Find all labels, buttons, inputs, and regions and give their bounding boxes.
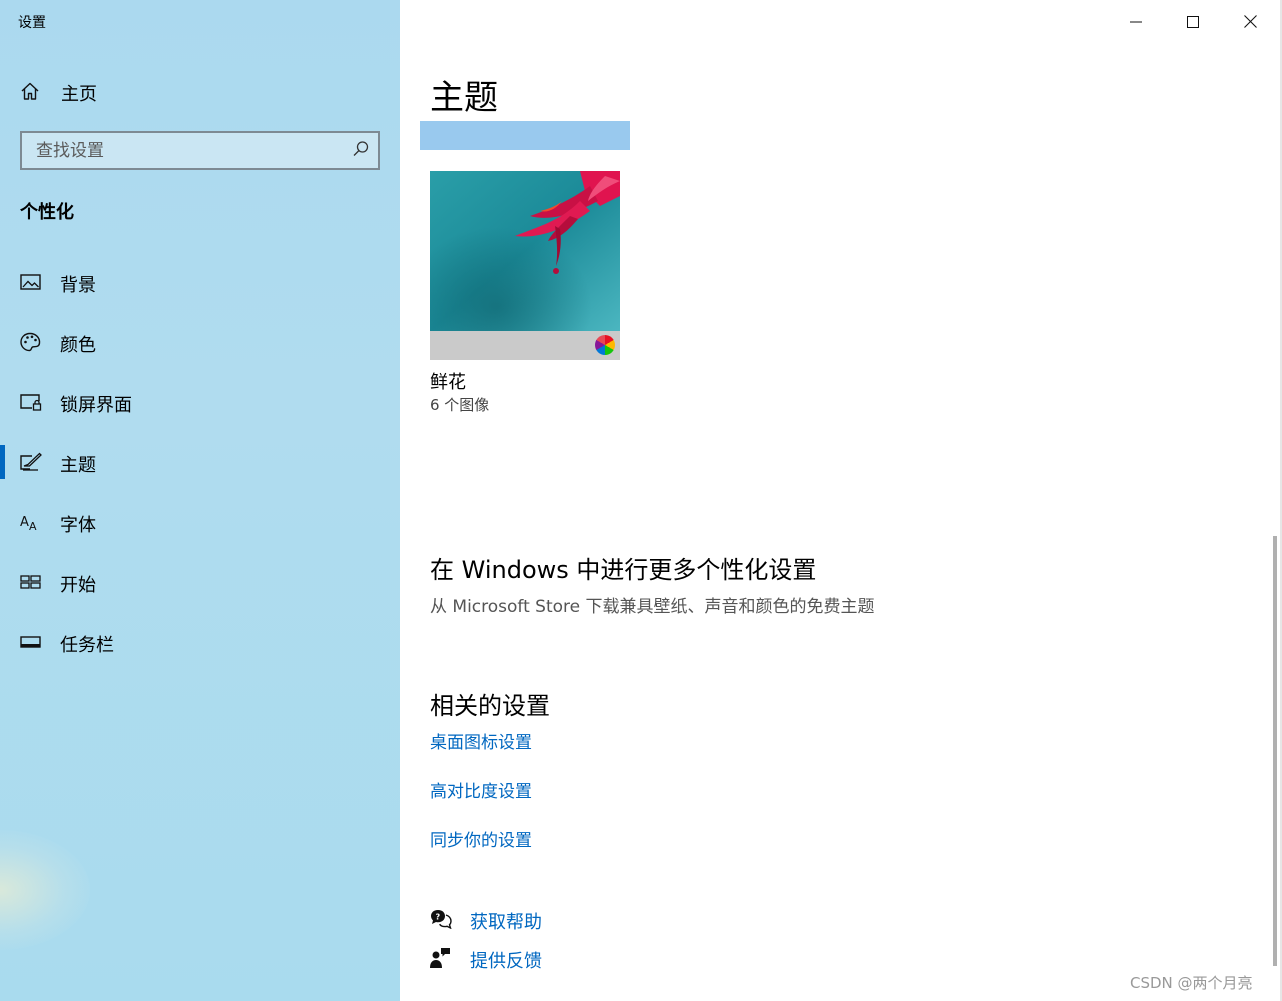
more-personalization-heading: 在 Windows 中进行更多个性化设置 [430,556,817,584]
svg-text:A: A [29,520,37,532]
search-icon[interactable] [352,140,370,162]
help-chat-icon: ? [430,909,452,933]
section-title: 个性化 [20,202,74,223]
sidebar-item-label: 背景 [60,275,96,296]
sidebar-item-label: 颜色 [60,335,96,356]
search-input[interactable] [36,140,336,161]
page-title: 主题 [430,78,498,118]
sidebar-item-themes[interactable]: 主题 [0,442,400,482]
sidebar-item-start[interactable]: 开始 [0,562,400,602]
font-icon: AA [20,512,42,533]
svg-text:A: A [20,515,29,530]
minimize-button[interactable] [1113,4,1159,40]
sidebar-item-taskbar[interactable]: 任务栏 [0,622,400,662]
sidebar-item-label: 字体 [60,515,96,536]
theme-preview-image [430,171,620,331]
sync-settings-link[interactable]: 同步你的设置 [430,826,532,851]
taskbar-icon [20,632,42,652]
sidebar-item-lock-screen[interactable]: 锁屏界面 [0,382,400,422]
sidebar-item-background[interactable]: 背景 [0,262,400,302]
app-title: 设置 [18,15,46,31]
palette-icon [20,332,42,352]
sidebar: 设置 主页 个性化 背景 颜色 锁屏界面 主题 [0,0,400,1001]
theme-edit-icon [20,452,42,472]
highlight-bar [420,121,630,150]
desktop-icon-settings-link[interactable]: 桌面图标设置 [430,728,532,753]
theme-image-count: 6 个图像 [430,396,490,414]
svg-text:?: ? [436,913,441,922]
main-content: 主题 鲜花 6 个图像 在 Windows 中进行更多个性化设置 从 Micro… [400,0,1282,1001]
lock-screen-icon [20,392,42,412]
home-label: 主页 [61,84,97,105]
get-help-label: 获取帮助 [470,912,542,933]
selection-indicator [0,445,5,479]
microsoft-store-link[interactable]: 从 Microsoft Store 下载兼具壁纸、声音和颜色的免费主题 [430,592,875,617]
watermark: CSDN @两个月亮 [1130,974,1253,992]
home-icon [20,81,40,105]
close-button[interactable] [1227,4,1273,40]
theme-color-strip [430,331,620,360]
sidebar-item-label: 主题 [60,455,96,476]
minimize-icon [1130,13,1142,32]
theme-name: 鲜花 [430,372,466,393]
sidebar-item-label: 开始 [60,575,96,596]
close-icon [1243,13,1257,32]
feedback-person-icon [430,947,452,973]
search-box[interactable] [20,131,380,170]
sidebar-item-fonts[interactable]: AA 字体 [0,502,400,542]
sidebar-item-label: 锁屏界面 [60,395,132,416]
scrollbar[interactable] [1273,536,1277,966]
sidebar-item-colors[interactable]: 颜色 [0,322,400,362]
related-settings-heading: 相关的设置 [430,692,550,720]
maximize-icon [1187,13,1199,32]
feedback-label: 提供反馈 [470,951,542,972]
theme-card[interactable] [430,171,620,360]
color-wheel-icon [595,335,615,355]
feedback-link[interactable]: 提供反馈 [430,947,542,973]
start-tiles-icon [20,572,42,592]
maximize-button[interactable] [1170,4,1216,40]
picture-icon [20,272,42,292]
sidebar-glow [0,830,90,950]
high-contrast-settings-link[interactable]: 高对比度设置 [430,777,532,802]
sidebar-item-label: 任务栏 [60,635,114,656]
sidebar-home[interactable]: 主页 [20,80,97,106]
get-help-link[interactable]: ? 获取帮助 [430,908,542,934]
